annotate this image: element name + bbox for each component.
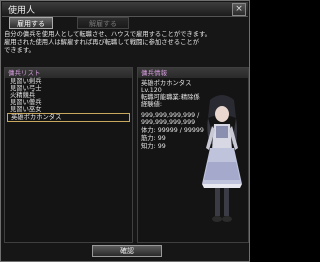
list-item[interactable]: 見習い剣兵 [7, 78, 130, 85]
description-line-1: 自分の傭兵を使用人として転職させ、ハウスで雇用することができます。 [4, 31, 211, 38]
mercenary-list: 見習い剣兵 見習い弓士 火精競兵 見習い僧兵 見習い巫女 英雄ポカホンタス [5, 78, 132, 122]
merc-job: 転職可能職業:精除係 [141, 94, 200, 101]
mercenary-info-header: 傭兵情報 [138, 68, 248, 78]
merc-hp: 体力: 99999 / 99999 [141, 127, 204, 134]
window-title: 使用人 [8, 6, 36, 16]
merc-level: Lv.120 [141, 87, 162, 94]
list-item[interactable]: 見習い弓士 [7, 85, 130, 92]
list-item[interactable]: 見習い僧兵 [7, 99, 130, 106]
titlebar: 使用人 × [2, 2, 248, 17]
close-icon[interactable]: × [232, 3, 246, 16]
description-line-2: 雇用された使用人は解雇すれば再び転職して戦闘に参加させることが [4, 39, 200, 46]
description: 自分の傭兵を使用人として転職させ、ハウスで雇用することができます。 雇用された使… [4, 31, 248, 55]
list-item-selected[interactable]: 英雄ポカホンタス [7, 113, 130, 122]
confirm-button[interactable]: 確認 [92, 245, 162, 257]
character-portrait [202, 95, 242, 222]
mercenary-info-panel: 傭兵情報 英雄ポカホンタス Lv.120 転職可能職業:精除係 経験値: 999… [137, 67, 249, 243]
mercenary-list-header: 傭兵リスト [5, 68, 132, 78]
servant-window: 使用人 × 雇用する 解雇する 自分の傭兵を使用人として転職させ、ハウスで雇用す… [0, 0, 250, 262]
merc-str: 筋力: 99 [141, 135, 166, 142]
description-line-3: できます。 [4, 47, 35, 54]
merc-name: 英雄ポカホンタス [141, 80, 192, 87]
merc-int: 知力: 99 [141, 143, 166, 150]
merc-exp-current: 999,999,999,999 / [141, 112, 200, 119]
merc-exp-label: 経験値: [141, 101, 163, 108]
list-item[interactable]: 火精競兵 [7, 92, 130, 99]
list-item[interactable]: 見習い巫女 [7, 106, 130, 113]
tab-dismiss[interactable]: 解雇する [77, 17, 129, 29]
tab-hire[interactable]: 雇用する [9, 17, 53, 29]
merc-exp-max: 999,999,999,999 [141, 119, 196, 126]
mercenary-info-body: 英雄ポカホンタス Lv.120 転職可能職業:精除係 経験値: 999,999,… [138, 78, 248, 242]
mercenary-list-panel: 傭兵リスト 見習い剣兵 見習い弓士 火精競兵 見習い僧兵 見習い巫女 英雄ポカホ… [4, 67, 133, 243]
